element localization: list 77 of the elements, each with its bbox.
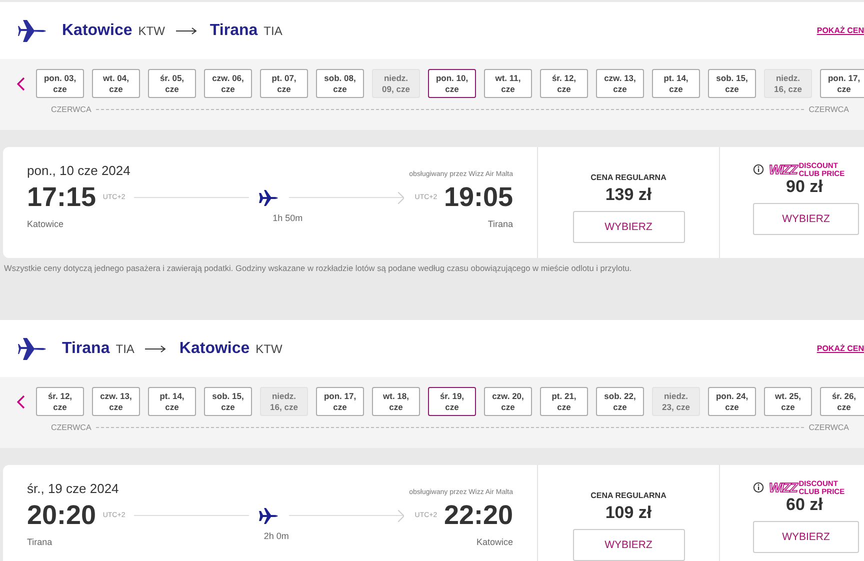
- flight-duration: 2h 0m: [264, 531, 289, 541]
- brand-logo: WIZZ: [769, 162, 797, 177]
- origin-code: TIA: [116, 342, 134, 356]
- date-button[interactable]: czw. 06, cze: [204, 69, 252, 98]
- select-button[interactable]: WYBIERZ: [753, 203, 859, 235]
- chevron-left-icon: [17, 76, 25, 90]
- date-button[interactable]: wt. 11, cze: [484, 69, 532, 98]
- date-button[interactable]: pt. 14, cze: [148, 387, 196, 416]
- origin-code: KTW: [138, 24, 165, 38]
- price: 60 zł: [786, 495, 823, 515]
- month-label: CZERWCA: [50, 423, 92, 432]
- date-button[interactable]: sob. 15, cze: [204, 387, 252, 416]
- date-button[interactable]: pon. 10, cze: [428, 69, 476, 98]
- flight-duration: 1h 50m: [272, 213, 303, 223]
- origin-city: Katowice: [62, 22, 132, 40]
- date-button[interactable]: pon. 17, cze: [820, 69, 864, 98]
- date-button[interactable]: śr. 05, cze: [148, 69, 196, 98]
- show-prices-link[interactable]: POKAŻ CEN: [816, 26, 864, 35]
- arrowhead-icon: [398, 510, 404, 522]
- fare-title: CENA REGULARNA: [590, 173, 666, 182]
- destination-code: TIA: [264, 24, 282, 38]
- departure-time: 17:15: [27, 182, 96, 213]
- info-icon: [753, 482, 764, 493]
- date-button[interactable]: sob. 15, cze: [708, 69, 756, 98]
- destination-city: Katowice: [179, 340, 250, 358]
- date-button[interactable]: pon. 03, cze: [36, 69, 84, 98]
- disclaimer-text: Wszystkie ceny dotyczą jednego pasażera i zawierają podatki. Godziny wskazane w rozkładzie lotów są podane według czasu obowiązującego w mieście odlotu i przylotu.: [4, 263, 633, 273]
- arrival-city: Tirana: [488, 219, 513, 229]
- date-button[interactable]: pt. 21, cze: [540, 387, 588, 416]
- show-prices-link[interactable]: POKAŻ CEN: [816, 344, 864, 353]
- date-button[interactable]: czw. 13, cze: [92, 387, 140, 416]
- date-button[interactable]: sob. 08, cze: [316, 69, 364, 98]
- brand-logo: WIZZ: [769, 480, 797, 495]
- fare-title: CENA REGULARNA: [590, 491, 666, 500]
- month-label: CZERWCA: [808, 423, 850, 432]
- arrow-icon: [145, 344, 168, 352]
- date-button[interactable]: śr. 26, cze: [820, 387, 864, 416]
- origin-city: Tirana: [62, 340, 110, 358]
- date-button[interactable]: wt. 04, cze: [92, 69, 140, 98]
- date-button[interactable]: wt. 18, cze: [372, 387, 420, 416]
- month-label: CZERWCA: [50, 105, 92, 114]
- date-button[interactable]: czw. 13, cze: [596, 69, 644, 98]
- date-button[interactable]: pon. 24, cze: [708, 387, 756, 416]
- airplane-icon: [258, 188, 278, 206]
- date-button[interactable]: śr. 19, cze: [428, 387, 476, 416]
- select-button[interactable]: WYBIERZ: [753, 521, 859, 553]
- date-button[interactable]: pt. 07, cze: [260, 69, 308, 98]
- date-button[interactable]: śr. 12, cze: [36, 387, 84, 416]
- date-button[interactable]: sob. 22, cze: [596, 387, 644, 416]
- arrowhead-icon: [398, 192, 404, 204]
- arrow-icon: [176, 26, 198, 34]
- date-button[interactable]: śr. 12, cze: [540, 69, 588, 98]
- price: 109 zł: [605, 503, 652, 523]
- departure-time: 20:20: [27, 500, 96, 531]
- price: 90 zł: [786, 177, 823, 197]
- airplane-icon: [258, 506, 278, 524]
- departure-city: Katowice: [27, 219, 64, 229]
- airplane-icon: [18, 18, 46, 44]
- select-button[interactable]: WYBIERZ: [572, 529, 684, 561]
- arrival-time: 22:20: [444, 500, 513, 531]
- airplane-icon: [18, 336, 46, 362]
- arrival-time: 19:05: [444, 182, 513, 213]
- chevron-left-icon: [17, 394, 25, 408]
- date-button[interactable]: wt. 25, cze: [764, 387, 812, 416]
- info-icon: [753, 164, 764, 175]
- price: 139 zł: [605, 185, 652, 205]
- date-button[interactable]: pt. 14, cze: [652, 69, 700, 98]
- flight-date: śr., 19 cze 2024: [27, 481, 119, 496]
- select-button[interactable]: WYBIERZ: [572, 211, 684, 243]
- date-button[interactable]: pon. 17, cze: [316, 387, 364, 416]
- month-label: CZERWCA: [808, 105, 850, 114]
- arrival-city: Katowice: [476, 537, 513, 547]
- destination-city: Tirana: [210, 22, 258, 40]
- flight-date: pon., 10 cze 2024: [27, 163, 130, 178]
- destination-code: KTW: [256, 342, 282, 356]
- departure-city: Tirana: [27, 537, 52, 547]
- date-button[interactable]: czw. 20, cze: [484, 387, 532, 416]
